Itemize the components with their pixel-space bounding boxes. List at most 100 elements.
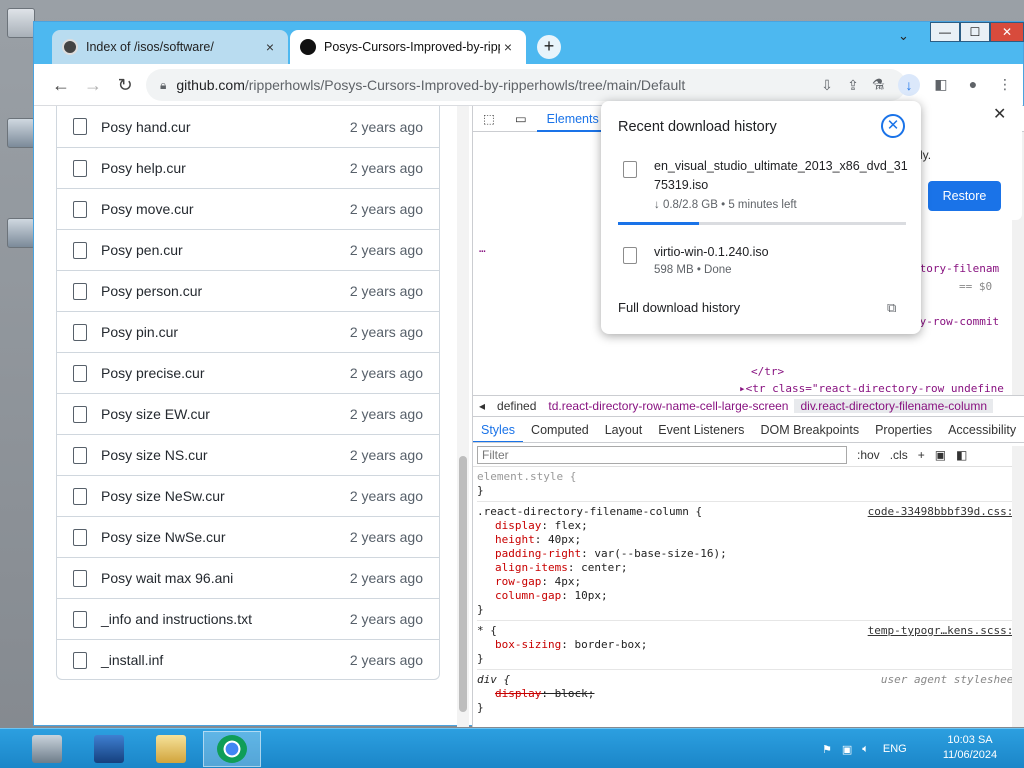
- rule-universal[interactable]: * { temp-typogr…kens.scss:7 box-sizing: …: [477, 621, 1020, 670]
- file-row[interactable]: Posy pin.cur 2 years ago: [57, 311, 439, 352]
- file-name-link[interactable]: Posy help.cur: [101, 160, 350, 176]
- file-row[interactable]: Posy size NeSw.cur 2 years ago: [57, 475, 439, 516]
- volume-icon[interactable]: 🔈︎: [862, 743, 869, 756]
- url-text[interactable]: github.com/ripperhowls/Posys-Cursors-Imp…: [176, 77, 814, 93]
- file-name-link[interactable]: Posy hand.cur: [101, 119, 350, 135]
- css-property[interactable]: box-sizing: [477, 638, 561, 651]
- sidebar-toggle-icon[interactable]: ◧: [956, 448, 967, 462]
- file-name-link[interactable]: Posy size NS.cur: [101, 447, 350, 463]
- reload-icon[interactable]: ↻: [114, 74, 136, 96]
- tab-index-of-isos[interactable]: Index of /isos/software/ ×: [52, 30, 288, 64]
- extension-flask-icon[interactable]: ⚗: [867, 76, 889, 93]
- styles-tab-styles[interactable]: Styles: [473, 417, 524, 442]
- install-app-icon[interactable]: ⇩: [814, 77, 840, 94]
- breadcrumb-item[interactable]: defined: [491, 399, 542, 413]
- file-row[interactable]: Posy wait max 96.ani 2 years ago: [57, 557, 439, 598]
- close-tab-icon[interactable]: ×: [262, 39, 278, 55]
- close-popup-button[interactable]: ✕: [881, 114, 905, 138]
- close-tab-icon[interactable]: ×: [500, 39, 516, 55]
- file-row[interactable]: Posy size NwSe.cur 2 years ago: [57, 516, 439, 557]
- profile-avatar-icon[interactable]: ●: [962, 76, 984, 92]
- styles-tab-computed[interactable]: Computed: [523, 423, 597, 437]
- full-download-history-link[interactable]: Full download history: [618, 300, 740, 315]
- file-name-link[interactable]: Posy size NwSe.cur: [101, 529, 350, 545]
- styles-tab-dom-breakpoints[interactable]: DOM Breakpoints: [752, 423, 867, 437]
- download-filename[interactable]: en_visual_studio_ultimate_2013_x86_dvd_3…: [654, 157, 909, 195]
- file-name-link[interactable]: Posy move.cur: [101, 201, 350, 217]
- device-toolbar-icon[interactable]: ▭: [505, 111, 537, 126]
- language-indicator[interactable]: ENG: [883, 743, 907, 755]
- tab-github-posys[interactable]: Posys-Cursors-Improved-by-ripperhowls/tr…: [290, 30, 526, 64]
- rule-source-link[interactable]: code-33498bbbf39d.css:1: [868, 505, 1020, 518]
- minimize-button[interactable]: —: [930, 22, 960, 42]
- maximize-button[interactable]: ☐: [960, 22, 990, 42]
- page-scrollbar[interactable]: [457, 106, 469, 727]
- dom-line[interactable]: ry-row-commit: [913, 315, 999, 328]
- menu-kebab-icon[interactable]: ⋮: [994, 76, 1016, 93]
- address-bar[interactable]: 🔒︎ github.com/ripperhowls/Posys-Cursors-…: [146, 69, 906, 101]
- new-tab-button[interactable]: +: [537, 35, 561, 59]
- breadcrumb-item[interactable]: div.react-directory-filename-column: [794, 399, 993, 413]
- file-row[interactable]: _info and instructions.txt 2 years ago: [57, 598, 439, 639]
- css-property[interactable]: column-gap: [477, 589, 561, 602]
- file-row[interactable]: Posy person.cur 2 years ago: [57, 270, 439, 311]
- chrome-taskbar-icon[interactable]: [203, 731, 261, 767]
- file-name-link[interactable]: Posy wait max 96.ani: [101, 570, 350, 586]
- css-property[interactable]: display: [477, 519, 541, 532]
- open-external-icon[interactable]: ⧉: [887, 300, 896, 316]
- css-property[interactable]: align-items: [477, 561, 568, 574]
- file-name-link[interactable]: Posy pen.cur: [101, 242, 350, 258]
- file-name-link[interactable]: Posy size EW.cur: [101, 406, 350, 422]
- file-row[interactable]: Posy size NS.cur 2 years ago: [57, 434, 439, 475]
- css-value[interactable]: border-box;: [574, 638, 647, 651]
- css-property[interactable]: padding-right: [477, 547, 581, 560]
- breadcrumb-item[interactable]: td.react-directory-row-name-cell-large-s…: [542, 399, 794, 413]
- powershell-taskbar-icon[interactable]: [80, 731, 138, 767]
- close-window-button[interactable]: ✕: [990, 22, 1024, 42]
- taskbar-clock[interactable]: 10:03 SA 11/06/2024: [935, 733, 1005, 763]
- tab-elements[interactable]: Elements: [536, 106, 609, 132]
- rule-filename-column[interactable]: .react-directory-filename-column { code-…: [477, 502, 1020, 621]
- inspect-element-icon[interactable]: ⬚: [473, 111, 505, 126]
- styles-scrollbar[interactable]: [1012, 446, 1024, 727]
- file-explorer-taskbar-icon[interactable]: [142, 731, 200, 767]
- tab-search-chevron-icon[interactable]: ⌄: [898, 28, 909, 44]
- css-value[interactable]: 40px;: [548, 533, 581, 546]
- file-row[interactable]: Posy help.cur 2 years ago: [57, 147, 439, 188]
- css-value[interactable]: block;: [555, 687, 595, 700]
- file-name-link[interactable]: _info and instructions.txt: [101, 611, 350, 627]
- download-filename[interactable]: virtio-win-0.1.240.iso: [654, 243, 909, 262]
- file-row[interactable]: Posy precise.cur 2 years ago: [57, 352, 439, 393]
- styles-tab-properties[interactable]: Properties: [867, 423, 940, 437]
- download-icon[interactable]: ↓: [898, 74, 920, 96]
- file-row[interactable]: Posy pen.cur 2 years ago: [57, 229, 439, 270]
- computed-toggle-icon[interactable]: ▣: [935, 448, 946, 462]
- css-value[interactable]: var(--base-size-16);: [594, 547, 726, 560]
- network-icon[interactable]: ▣: [842, 743, 852, 756]
- css-value[interactable]: 10px;: [574, 589, 607, 602]
- dom-line[interactable]: ctory-filenam: [913, 262, 999, 275]
- file-row[interactable]: Posy hand.cur 2 years ago: [57, 106, 439, 147]
- share-icon[interactable]: ⇪: [840, 77, 866, 94]
- page-scrollbar-thumb[interactable]: [459, 456, 467, 712]
- styles-tab-layout[interactable]: Layout: [597, 423, 651, 437]
- css-value[interactable]: 4px;: [555, 575, 582, 588]
- file-name-link[interactable]: _install.inf: [101, 652, 350, 668]
- back-arrow-icon[interactable]: ←: [50, 74, 72, 96]
- file-row[interactable]: Posy size EW.cur 2 years ago: [57, 393, 439, 434]
- hov-toggle[interactable]: :hov: [857, 448, 880, 462]
- lock-icon[interactable]: 🔒︎: [160, 78, 166, 93]
- file-name-link[interactable]: Posy pin.cur: [101, 324, 350, 340]
- css-value[interactable]: center;: [581, 561, 627, 574]
- css-property[interactable]: display: [477, 687, 541, 700]
- breadcrumb-left-icon[interactable]: ◂: [473, 399, 491, 413]
- file-name-link[interactable]: Posy size NeSw.cur: [101, 488, 350, 504]
- css-value[interactable]: flex;: [555, 519, 588, 532]
- file-name-link[interactable]: Posy person.cur: [101, 283, 350, 299]
- new-rule-icon[interactable]: +: [918, 448, 925, 462]
- dom-line[interactable]: </tr>: [751, 365, 784, 378]
- close-notification-icon[interactable]: ✕: [993, 104, 1006, 124]
- styles-tab-accessibility[interactable]: Accessibility: [940, 423, 1024, 437]
- css-property[interactable]: height: [477, 533, 535, 546]
- restore-button[interactable]: Restore: [928, 181, 1001, 211]
